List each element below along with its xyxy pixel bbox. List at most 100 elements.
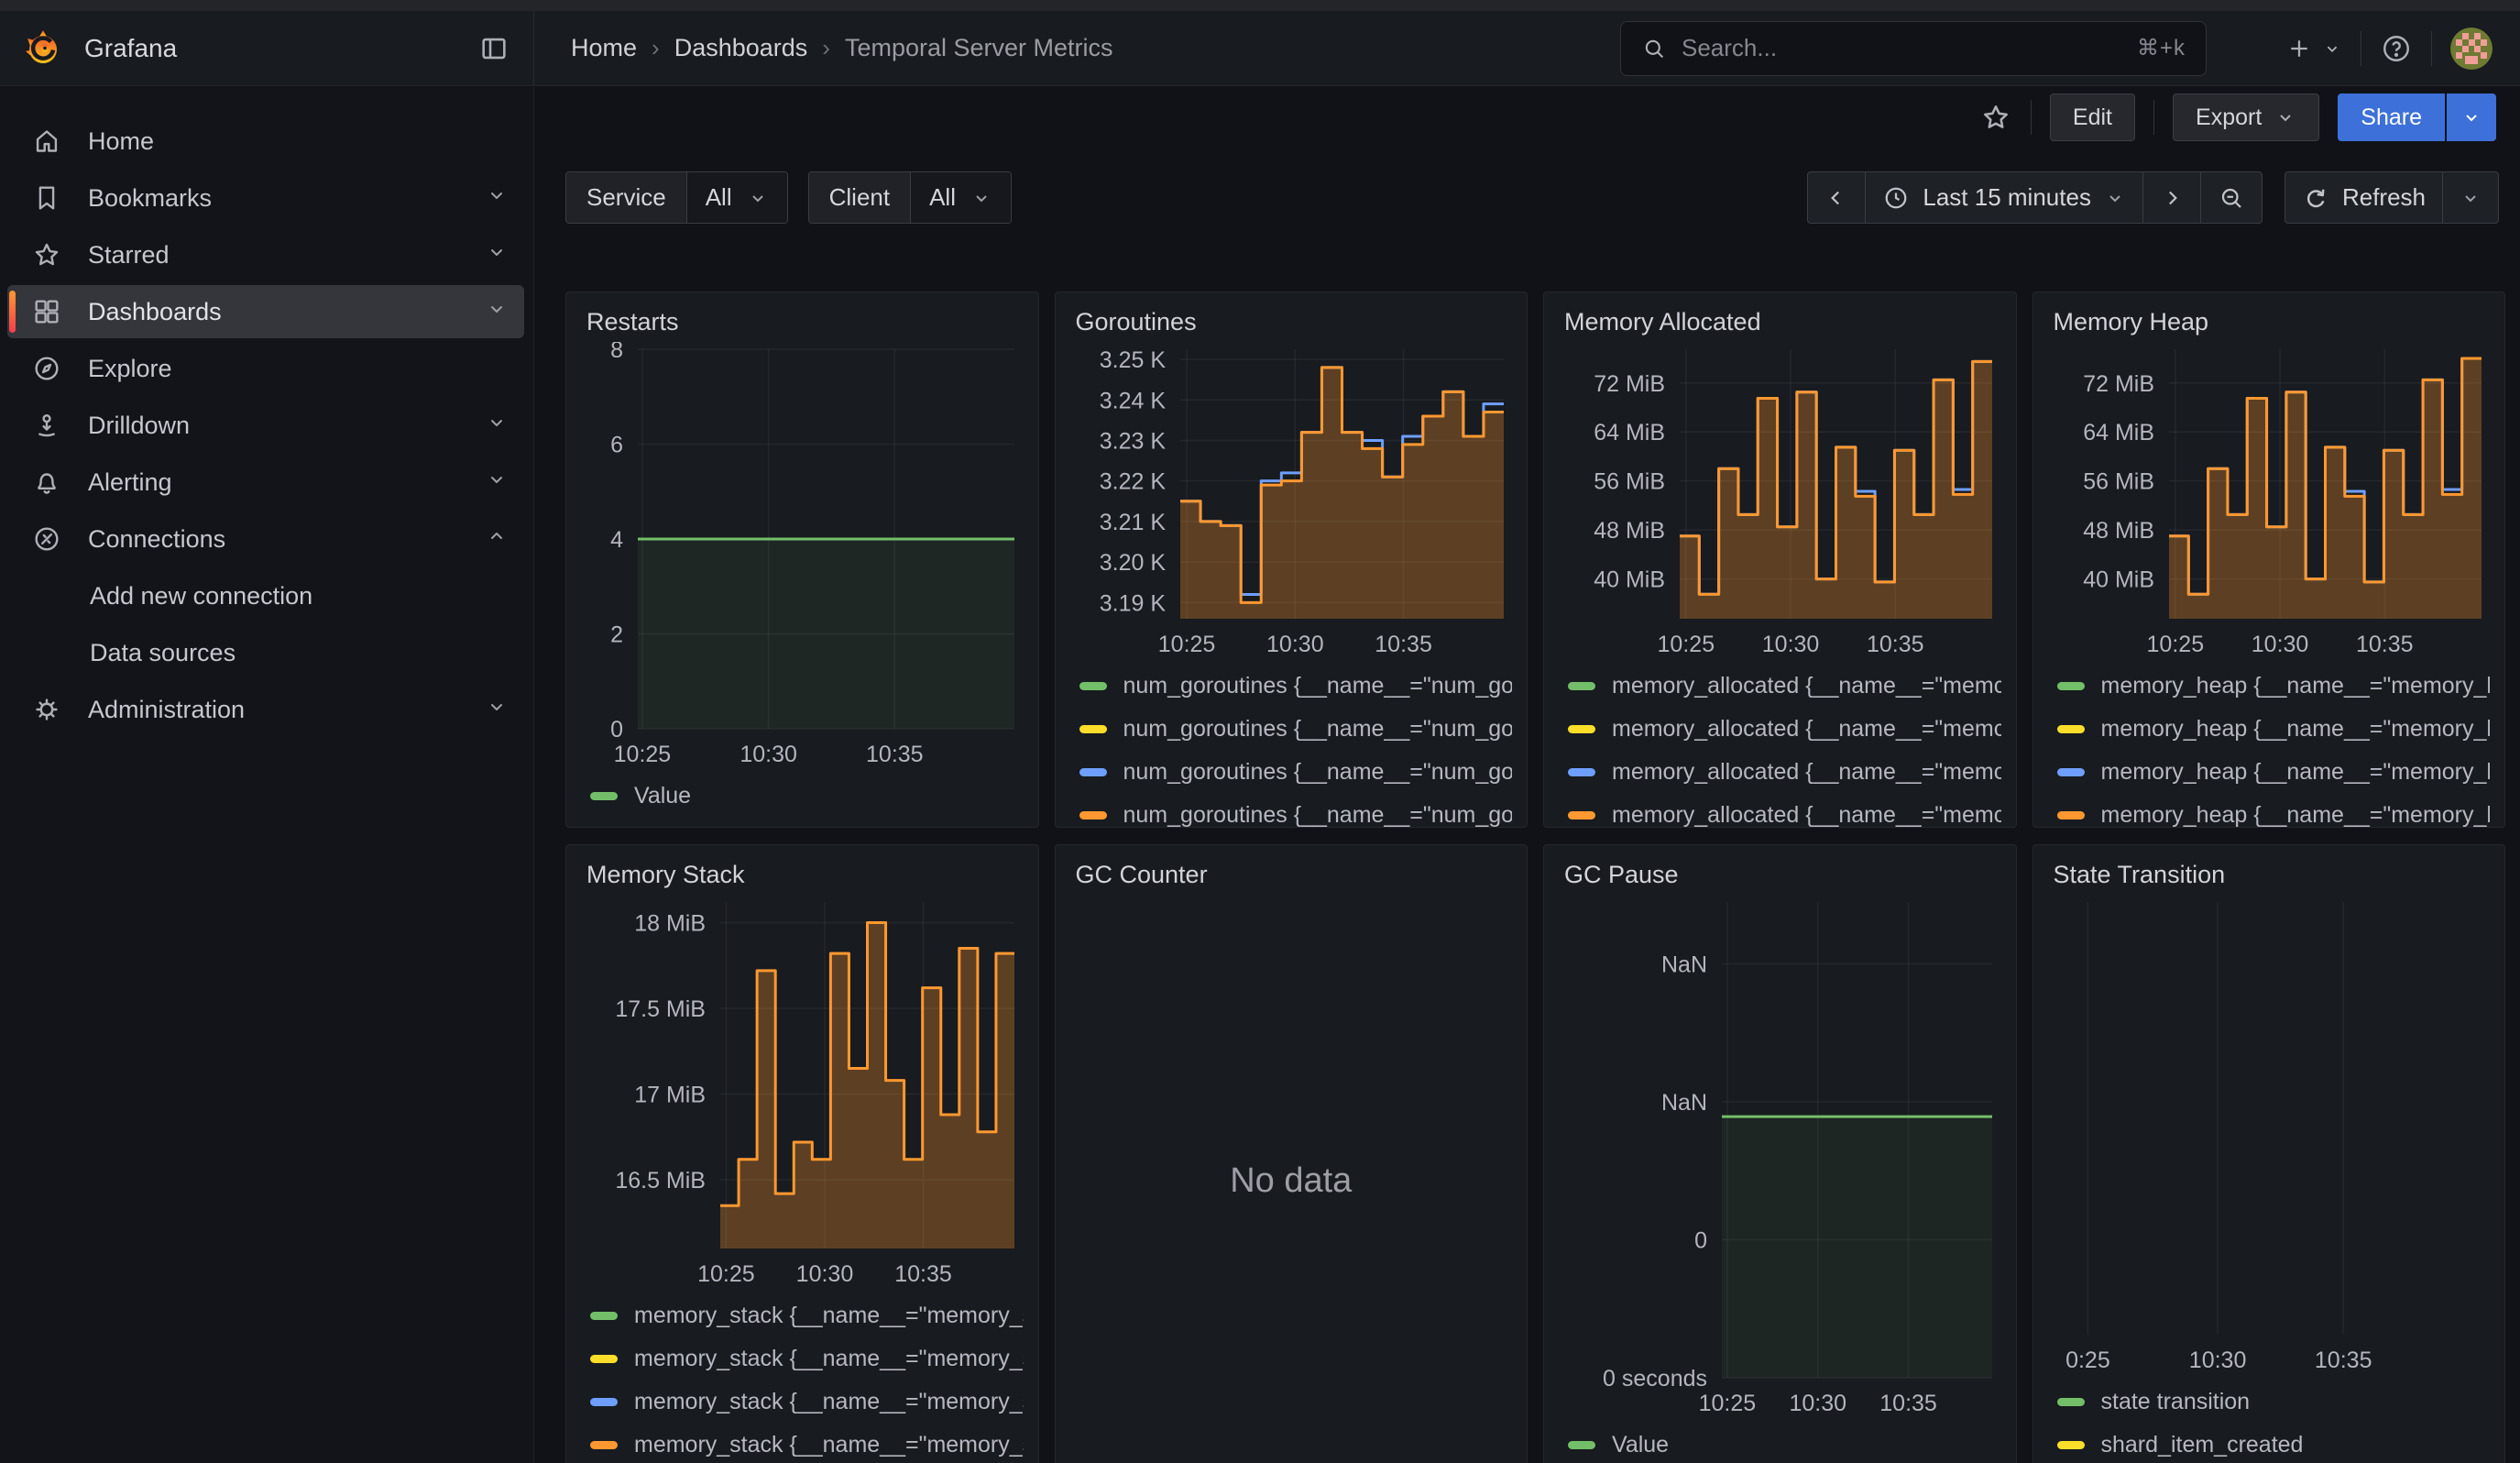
panel-title[interactable]: Memory Allocated <box>1559 302 2001 342</box>
legend-series-swatch <box>1079 682 1107 690</box>
empty-chart-area[interactable]: No data <box>1070 895 1513 1463</box>
legend-series-swatch <box>2057 768 2085 776</box>
chart-plot-area[interactable]: 0:2510:3010:35 <box>2048 895 2491 1377</box>
legend-item[interactable]: num_goroutines {__name__="num_go <box>1070 751 1513 794</box>
legend-item[interactable]: Value <box>581 775 1024 818</box>
search-input[interactable]: ⌘+k <box>1620 21 2207 76</box>
panel-gc-counter: GC CounterNo data <box>1055 844 1528 1463</box>
legend-item[interactable]: memory_stack {__name__="memory_s <box>581 1294 1024 1337</box>
legend-series-swatch <box>590 792 618 800</box>
legend-item[interactable]: memory_allocated {__name__="memc <box>1559 794 2001 828</box>
time-range-controls: Last 15 minutes <box>1807 171 2263 224</box>
sidebar-item-connections[interactable]: Connections <box>7 512 524 566</box>
legend-item[interactable]: num_goroutines {__name__="num_go <box>1070 794 1513 828</box>
time-shift-back-button[interactable] <box>1808 172 1866 223</box>
panel-title[interactable]: Memory Heap <box>2048 302 2491 342</box>
sidebar-item-administration[interactable]: Administration <box>7 683 524 736</box>
user-avatar[interactable] <box>2450 28 2493 70</box>
sidebar-item-starred[interactable]: Starred <box>7 228 524 281</box>
share-dropdown-button[interactable] <box>2447 94 2496 141</box>
dashboard-toolbar: Edit Export Share <box>534 87 2520 148</box>
service-variable-label: Service <box>566 172 687 223</box>
legend-item[interactable]: memory_heap {__name__="memory_h <box>2048 751 2491 794</box>
chevron-down-icon <box>970 187 992 209</box>
panel-title[interactable]: Goroutines <box>1070 302 1513 342</box>
legend-series-label: memory_allocated {__name__="memc <box>1612 759 2001 786</box>
chart-plot-area[interactable]: 40 MiB48 MiB56 MiB64 MiB72 MiB10:2510:30… <box>2048 342 2491 661</box>
sidebar-item-home[interactable]: Home <box>7 115 524 168</box>
star-dashboard-icon[interactable] <box>1979 101 2012 134</box>
refresh-label: Refresh <box>2342 183 2426 212</box>
export-button[interactable]: Export <box>2173 94 2319 141</box>
zoom-out-time-button[interactable] <box>2201 172 2262 223</box>
legend-item[interactable]: num_goroutines {__name__="num_go <box>1070 708 1513 751</box>
gear-icon <box>31 694 62 725</box>
legend-item[interactable]: num_goroutines {__name__="num_go <box>1070 665 1513 708</box>
x-tick-label: 10:35 <box>2314 1348 2372 1373</box>
panel-title[interactable]: Memory Stack <box>581 854 1024 895</box>
sidebar-item-dashboards[interactable]: Dashboards <box>7 285 524 338</box>
time-shift-forward-button[interactable] <box>2143 172 2201 223</box>
sidebar-item-explore[interactable]: Explore <box>7 342 524 395</box>
legend-item[interactable]: memory_heap {__name__="memory_h <box>2048 708 2491 751</box>
refresh-interval-dropdown[interactable] <box>2443 172 2498 223</box>
zoom-out-icon <box>2218 184 2245 212</box>
panel-title[interactable]: GC Counter <box>1070 854 1513 895</box>
sidebar-item-label: Administration <box>88 696 486 724</box>
legend-item[interactable]: memory_stack {__name__="memory_s <box>581 1380 1024 1424</box>
chart-plot-area[interactable]: 0 seconds0NaNNaN10:2510:3010:35 <box>1559 895 2001 1420</box>
legend-item[interactable]: state transition <box>2048 1380 2491 1424</box>
y-tick-label: 8 <box>610 342 623 363</box>
legend-item[interactable]: shard_item_created <box>2048 1424 2491 1463</box>
legend-series-swatch <box>1568 725 1595 733</box>
legend-series-label: memory_heap {__name__="memory_h <box>2101 673 2491 699</box>
sidebar-item-bookmarks[interactable]: Bookmarks <box>7 171 524 225</box>
legend-item[interactable]: memory_stack {__name__="memory_s <box>581 1337 1024 1380</box>
panel-title[interactable]: GC Pause <box>1559 854 2001 895</box>
y-tick-label: 16.5 MiB <box>615 1168 706 1194</box>
chart-plot-area[interactable]: 40 MiB48 MiB56 MiB64 MiB72 MiB10:2510:30… <box>1559 342 2001 661</box>
legend-item[interactable]: memory_heap {__name__="memory_h <box>2048 794 2491 828</box>
legend-series-swatch <box>2057 1398 2085 1406</box>
panel-title[interactable]: Restarts <box>581 302 1024 342</box>
y-tick-label: 3.21 K <box>1099 510 1166 535</box>
legend-series-label: memory_stack {__name__="memory_s <box>634 1389 1024 1415</box>
help-icon[interactable] <box>2380 32 2413 65</box>
sidebar-item-add-new-connection[interactable]: Add new connection <box>7 569 524 622</box>
x-tick-label: 10:35 <box>1867 632 1924 657</box>
refresh-button[interactable]: Refresh <box>2285 172 2443 223</box>
legend-series-swatch <box>1568 811 1595 820</box>
x-tick-label: 10:25 <box>1157 632 1215 657</box>
chart-plot-area[interactable]: 3.19 K3.20 K3.21 K3.22 K3.23 K3.24 K3.25… <box>1070 342 1513 661</box>
y-tick-label: 0 <box>1694 1227 1707 1253</box>
time-range-picker[interactable]: Last 15 minutes <box>1866 172 2143 223</box>
service-variable-dropdown[interactable]: Service All <box>565 171 788 224</box>
breadcrumb-home[interactable]: Home <box>571 34 637 62</box>
legend-item[interactable]: memory_heap {__name__="memory_h <box>2048 665 2491 708</box>
legend-item[interactable]: memory_stack {__name__="memory_s <box>581 1424 1024 1463</box>
client-variable-label: Client <box>809 172 911 223</box>
legend-item[interactable]: memory_allocated {__name__="memc <box>1559 665 2001 708</box>
panel-title[interactable]: State Transition <box>2048 854 2491 895</box>
legend-series-swatch <box>2057 811 2085 820</box>
sidebar-item-drilldown[interactable]: Drilldown <box>7 399 524 452</box>
breadcrumb-dashboards[interactable]: Dashboards <box>674 34 808 62</box>
edit-button[interactable]: Edit <box>2050 94 2135 141</box>
add-new-button[interactable] <box>2285 35 2342 62</box>
legend-item[interactable]: memory_allocated {__name__="memc <box>1559 751 2001 794</box>
client-variable-dropdown[interactable]: Client All <box>808 171 1012 224</box>
legend-item[interactable]: Value <box>1559 1424 2001 1463</box>
sidebar-toggle-icon[interactable] <box>478 33 509 64</box>
star-icon <box>31 239 62 270</box>
timeseries-chart: 40 MiB48 MiB56 MiB64 MiB72 MiB10:2510:30… <box>2048 342 2491 661</box>
grafana-logo-icon[interactable] <box>22 28 64 70</box>
sidebar-item-data-sources[interactable]: Data sources <box>7 626 524 679</box>
share-button[interactable]: Share <box>2338 94 2445 141</box>
search-field[interactable] <box>1682 34 2122 62</box>
legend-item[interactable]: memory_allocated {__name__="memc <box>1559 708 2001 751</box>
sidebar-item-alerting[interactable]: Alerting <box>7 456 524 509</box>
chart-plot-area[interactable]: 0246810:2510:3010:35 <box>581 342 1024 771</box>
breadcrumb: Home › Dashboards › Temporal Server Metr… <box>571 34 1113 62</box>
chart-plot-area[interactable]: 16.5 MiB17 MiB17.5 MiB18 MiB10:2510:3010… <box>581 895 1024 1291</box>
x-tick-label: 10:30 <box>796 1261 854 1287</box>
